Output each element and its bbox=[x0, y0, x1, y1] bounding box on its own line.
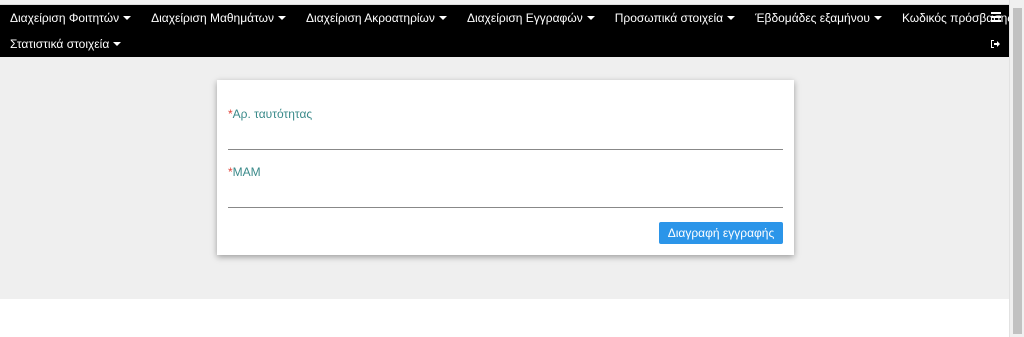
nav-auditoriums-label: Διαχείριση Ακροατηρίων bbox=[306, 11, 435, 25]
nav-courses-menu[interactable]: Διαχείριση Μαθημάτων bbox=[141, 6, 296, 30]
app-window: Διαχείριση Φοιτητών Διαχείριση Μαθημάτων… bbox=[0, 0, 1024, 337]
mam-field: *ΜΑΜ bbox=[228, 164, 783, 208]
nav-students-label: Διαχείριση Φοιτητών bbox=[10, 11, 120, 25]
nav-statistics-menu[interactable]: Στατιστικά στοιχεία bbox=[0, 32, 131, 56]
nav-row-2: Στατιστικά στοιχεία bbox=[0, 32, 131, 56]
nav-semester-weeks-label: Έβδομάδες εξαμήνου bbox=[755, 11, 870, 25]
caret-down-icon bbox=[727, 16, 736, 20]
nav-password-menu[interactable]: Κωδικός πρόσβασης bbox=[892, 6, 1024, 30]
vertical-scrollbar[interactable] bbox=[1009, 0, 1024, 337]
mam-label: *ΜΑΜ bbox=[228, 164, 783, 180]
nav-enrollments-menu[interactable]: Διαχείριση Εγγραφών bbox=[457, 6, 605, 30]
nav-enrollments-label: Διαχείριση Εγγραφών bbox=[466, 11, 583, 25]
delete-enrollment-button[interactable]: Διαγραφή εγγραφής bbox=[659, 222, 783, 244]
nav-statistics-label: Στατιστικά στοιχεία bbox=[10, 37, 110, 51]
nav-personal-info-label: Προσωπικά στοιχεία bbox=[614, 11, 724, 25]
hamburger-icon[interactable] bbox=[991, 12, 1001, 22]
id-number-label: *Αρ. ταυτότητας bbox=[228, 106, 783, 122]
caret-down-icon bbox=[438, 16, 447, 20]
id-number-field: *Αρ. ταυτότητας bbox=[228, 106, 783, 150]
nav-semester-weeks-menu[interactable]: Έβδομάδες εξαμήνου bbox=[745, 6, 892, 30]
delete-enrollment-card: *Αρ. ταυτότητας *ΜΑΜ Διαγραφή εγγραφής bbox=[217, 80, 794, 255]
mam-label-text: ΜΑΜ bbox=[232, 165, 261, 179]
main-content: *Αρ. ταυτότητας *ΜΑΜ Διαγραφή εγγραφής bbox=[0, 57, 1009, 299]
caret-down-icon bbox=[873, 16, 882, 20]
nav-personal-info-menu[interactable]: Προσωπικά στοιχεία bbox=[605, 6, 745, 30]
nav-auditoriums-menu[interactable]: Διαχείριση Ακροατηρίων bbox=[296, 6, 457, 30]
nav-courses-label: Διαχείριση Μαθημάτων bbox=[151, 11, 275, 25]
sign-out-icon[interactable] bbox=[990, 39, 1001, 49]
id-number-input[interactable] bbox=[228, 126, 783, 150]
nav-students-menu[interactable]: Διαχείριση Φοιτητών bbox=[0, 6, 141, 30]
caret-down-icon bbox=[113, 42, 122, 46]
caret-down-icon bbox=[586, 16, 595, 20]
main-navbar: Διαχείριση Φοιτητών Διαχείριση Μαθημάτων… bbox=[0, 5, 1024, 57]
caret-down-icon bbox=[278, 16, 287, 20]
mam-input[interactable] bbox=[228, 184, 783, 208]
id-number-label-text: Αρ. ταυτότητας bbox=[232, 107, 313, 121]
scrollbar-thumb[interactable] bbox=[1013, 8, 1022, 334]
nav-row-1: Διαχείριση Φοιτητών Διαχείριση Μαθημάτων… bbox=[0, 6, 1024, 30]
caret-down-icon bbox=[123, 16, 132, 20]
